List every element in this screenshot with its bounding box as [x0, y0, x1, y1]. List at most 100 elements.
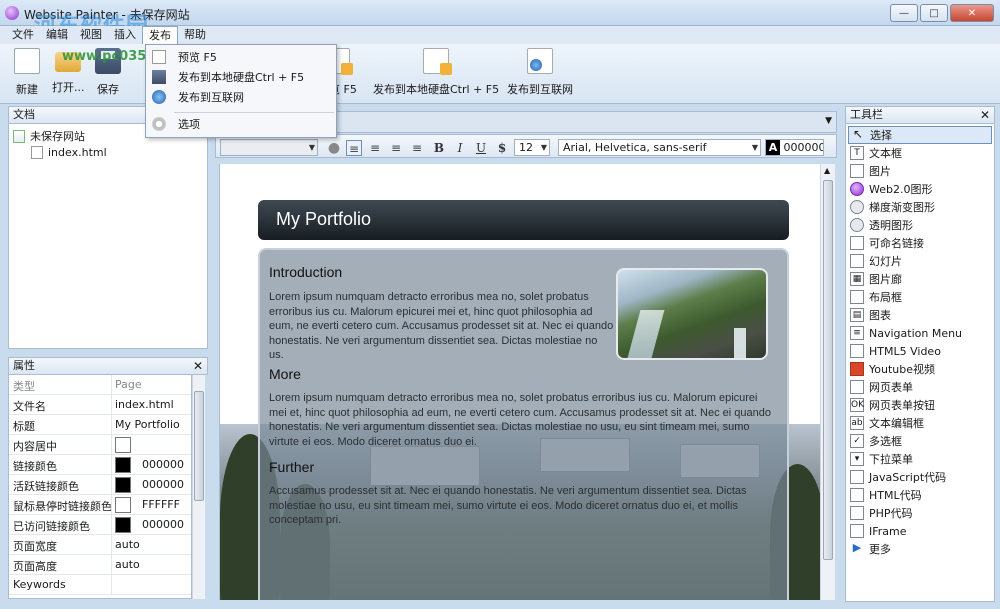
tool-table[interactable]: ▤ 图表 — [848, 306, 992, 324]
prop-row-center[interactable]: 内容居中 — [9, 435, 191, 455]
menu-item-publish-web[interactable]: 发布到互联网 — [146, 87, 336, 107]
underline-icon[interactable]: U — [473, 140, 489, 156]
tool-html5-video[interactable]: HTML5 Video — [848, 342, 992, 360]
title-bar: Website Painter - 未保存网站 河东软件园 — □ ✕ — [0, 0, 1000, 39]
landscape-image[interactable] — [616, 268, 768, 360]
color-swatch[interactable] — [115, 457, 131, 473]
tool-transparent-shape[interactable]: 透明图形 — [848, 216, 992, 234]
prop-row-page-height[interactable]: 页面高度 auto — [9, 555, 191, 575]
tool-php[interactable]: PHP代码 — [848, 504, 992, 522]
prop-row-type: 类型 Page — [9, 375, 191, 395]
tool-dropdown[interactable]: ▾ 下拉菜单 — [848, 450, 992, 468]
preview-icon — [152, 50, 166, 64]
menu-item-options[interactable]: 选项 — [146, 114, 336, 134]
tool-html[interactable]: HTML代码 — [848, 486, 992, 504]
menu-file[interactable]: 文件 — [6, 26, 40, 44]
page-canvas[interactable]: My Portfolio Introduction Lorem ipsum nu… — [219, 164, 820, 600]
tool-checkbox[interactable]: ✓ 多选框 — [848, 432, 992, 450]
menu-item-preview[interactable]: 预览 F5 — [146, 47, 336, 67]
align-center-icon[interactable]: ≡ — [367, 140, 383, 156]
minimize-button[interactable]: — — [890, 4, 918, 22]
menu-view[interactable]: 视图 — [74, 26, 108, 44]
gallery-icon: ▦ — [850, 272, 864, 286]
tool-form-button[interactable]: OK 网页表单按钮 — [848, 396, 992, 414]
page-header[interactable]: My Portfolio — [258, 200, 789, 240]
gear-icon — [152, 117, 166, 131]
tool-text-edit[interactable]: ab 文本编辑框 — [848, 414, 992, 432]
canvas-scrollbar[interactable]: ▲ — [820, 164, 835, 600]
menu-item-publish-local[interactable]: 发布到本地硬盘Ctrl + F5 — [146, 67, 336, 87]
menu-publish[interactable]: 发布 — [142, 26, 178, 44]
tool-javascript[interactable]: JavaScript代码 — [848, 468, 992, 486]
prop-row-page-width[interactable]: 页面宽度 auto — [9, 535, 191, 555]
properties-table: 类型 Page 文件名 index.html 标题 My Portfolio 内… — [8, 375, 192, 599]
publish-local-button[interactable]: 发布到本地硬盘Ctrl + F5 — [373, 48, 499, 97]
tool-image[interactable]: 图片 — [848, 162, 992, 180]
menu-insert[interactable]: 插入 — [108, 26, 142, 44]
section-heading: Further — [269, 459, 315, 475]
scrollbar-thumb[interactable] — [194, 391, 204, 501]
tool-gradient-shape[interactable]: 梯度渐变图形 — [848, 198, 992, 216]
close-button[interactable]: ✕ — [950, 4, 994, 22]
tool-slideshow[interactable]: 幻灯片 — [848, 252, 992, 270]
prop-row-visited-link-color[interactable]: 已访问链接颜色 000000 — [9, 515, 191, 535]
tool-textbox[interactable]: T 文本框 — [848, 144, 992, 162]
italic-icon[interactable]: I — [452, 140, 468, 156]
chevron-right-icon: ▶ — [852, 541, 862, 554]
dropdown-icon: ▾ — [850, 452, 864, 466]
tool-iframe[interactable]: IFrame — [848, 522, 992, 540]
style-select[interactable]: ▼ — [220, 139, 318, 156]
tool-gallery[interactable]: ▦ 图片廊 — [848, 270, 992, 288]
dollar-icon[interactable]: $ — [494, 140, 510, 156]
tree-item-site[interactable]: 未保存网站 — [13, 128, 85, 144]
tool-navigation-menu[interactable]: ≡ Navigation Menu — [848, 324, 992, 342]
tree-item-file[interactable]: index.html — [31, 146, 107, 159]
prop-row-active-link-color[interactable]: 活跃链接颜色 000000 — [9, 475, 191, 495]
tool-form[interactable]: 网页表单 — [848, 378, 992, 396]
menu-help[interactable]: 帮助 — [178, 26, 212, 44]
menu-icon: ≡ — [850, 326, 864, 340]
section-heading: Introduction — [269, 264, 343, 280]
tab-menu-icon[interactable]: ▼ — [825, 116, 832, 126]
tool-select[interactable]: ↖ 选择 — [848, 126, 992, 144]
prop-row-hover-link-color[interactable]: 鼠标悬停时链接颜色 FFFFFF — [9, 495, 191, 515]
align-justify-icon[interactable]: ≡ — [409, 140, 425, 156]
toolbox-header: 工具栏 ✕ — [845, 106, 995, 124]
tool-layout-box[interactable]: 布局框 — [848, 288, 992, 306]
new-button[interactable]: 新建 — [14, 48, 40, 97]
color-swatch[interactable] — [115, 477, 131, 493]
maximize-button[interactable]: □ — [920, 4, 948, 22]
scrollbar-thumb[interactable] — [823, 180, 833, 560]
close-icon[interactable]: ✕ — [193, 358, 203, 374]
color-dot-icon[interactable]: ● — [326, 140, 342, 156]
publish-web-button[interactable]: 发布到互联网 — [507, 48, 573, 97]
color-swatch[interactable] — [115, 517, 131, 533]
button-icon: OK — [850, 398, 864, 412]
bold-icon[interactable]: B — [431, 140, 447, 156]
tool-anchor[interactable]: 可命名链接 — [848, 234, 992, 252]
publish-local-icon — [423, 48, 453, 75]
align-right-icon[interactable]: ≡ — [388, 140, 404, 156]
new-document-icon — [14, 48, 40, 74]
menu-separator — [174, 112, 334, 113]
tool-web20-shape[interactable]: Web2.0图形 — [848, 180, 992, 198]
center-checkbox[interactable] — [115, 437, 131, 453]
color-swatch[interactable] — [115, 497, 131, 513]
font-family-select[interactable]: Arial, Helvetica, sans-serif ▼ — [558, 139, 761, 156]
tool-more[interactable]: ▶ 更多 — [848, 540, 992, 558]
prop-row-title[interactable]: 标题 My Portfolio — [9, 415, 191, 435]
align-left-icon[interactable]: ≡ — [346, 140, 362, 156]
prop-row-link-color[interactable]: 链接颜色 000000 — [9, 455, 191, 475]
content-box[interactable]: Introduction Lorem ipsum numquam detract… — [258, 248, 789, 600]
close-icon[interactable]: ✕ — [980, 107, 990, 123]
prop-row-keywords[interactable]: Keywords — [9, 575, 191, 595]
tool-youtube[interactable]: Youtube视频 — [848, 360, 992, 378]
menu-edit[interactable]: 编辑 — [40, 26, 74, 44]
video-icon — [850, 344, 864, 358]
text-color-picker[interactable]: A 000000 — [765, 139, 824, 156]
textfield-icon: ab — [850, 416, 864, 430]
prop-row-filename[interactable]: 文件名 index.html — [9, 395, 191, 415]
font-size-select[interactable]: 12 ▼ — [514, 139, 550, 156]
globe-icon — [152, 90, 166, 104]
properties-scrollbar[interactable] — [192, 375, 205, 599]
